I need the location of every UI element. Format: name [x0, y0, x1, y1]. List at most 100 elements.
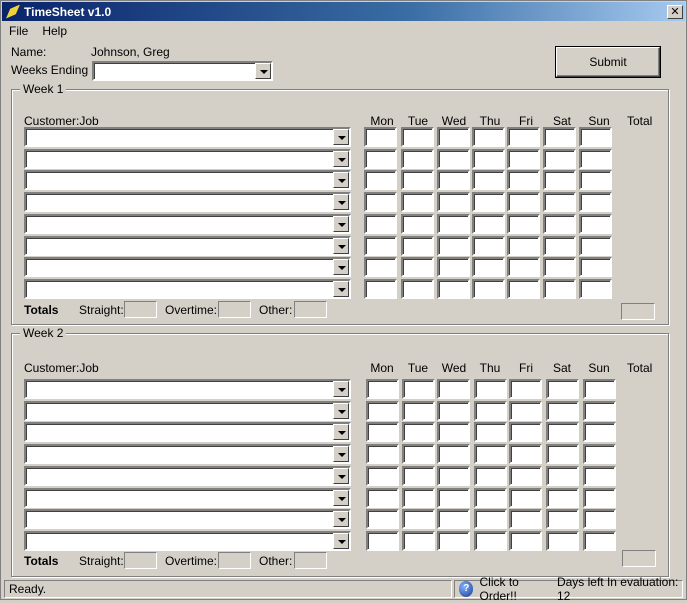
- customer-job-select[interactable]: [24, 192, 351, 212]
- hours-cell[interactable]: [437, 401, 470, 421]
- hours-cell[interactable]: [543, 170, 576, 190]
- hours-cell[interactable]: [401, 236, 434, 256]
- hours-cell[interactable]: [401, 149, 434, 169]
- customer-job-select[interactable]: [24, 401, 351, 421]
- hours-cell[interactable]: [509, 444, 542, 464]
- hours-cell[interactable]: [401, 192, 434, 212]
- hours-cell[interactable]: [437, 170, 470, 190]
- chevron-down-icon[interactable]: [333, 446, 349, 462]
- hours-cell[interactable]: [402, 422, 435, 442]
- hours-cell[interactable]: [401, 279, 434, 299]
- hours-cell[interactable]: [364, 149, 397, 169]
- hours-cell[interactable]: [543, 257, 576, 277]
- hours-cell[interactable]: [509, 488, 542, 508]
- hours-cell[interactable]: [474, 401, 507, 421]
- hours-cell[interactable]: [579, 279, 612, 299]
- hours-cell[interactable]: [364, 257, 397, 277]
- chevron-down-icon[interactable]: [333, 172, 349, 188]
- chevron-down-icon[interactable]: [333, 216, 349, 232]
- hours-cell[interactable]: [546, 466, 579, 486]
- hours-cell[interactable]: [579, 192, 612, 212]
- hours-cell[interactable]: [402, 488, 435, 508]
- hours-cell[interactable]: [366, 466, 399, 486]
- menu-help[interactable]: Help: [35, 24, 74, 38]
- menu-file[interactable]: File: [2, 24, 35, 38]
- hours-cell[interactable]: [437, 127, 470, 147]
- hours-cell[interactable]: [364, 170, 397, 190]
- hours-cell[interactable]: [402, 379, 435, 399]
- hours-cell[interactable]: [579, 127, 612, 147]
- hours-cell[interactable]: [472, 127, 505, 147]
- hours-cell[interactable]: [546, 509, 579, 529]
- hours-cell[interactable]: [366, 509, 399, 529]
- chevron-down-icon[interactable]: [333, 533, 349, 549]
- chevron-down-icon[interactable]: [333, 381, 349, 397]
- hours-cell[interactable]: [437, 257, 470, 277]
- chevron-down-icon[interactable]: [333, 151, 349, 167]
- hours-cell[interactable]: [437, 379, 470, 399]
- hours-cell[interactable]: [507, 236, 540, 256]
- close-button[interactable]: ✕: [667, 4, 683, 19]
- hours-cell[interactable]: [364, 127, 397, 147]
- customer-job-select[interactable]: [24, 149, 351, 169]
- customer-job-select[interactable]: [24, 422, 351, 442]
- hours-cell[interactable]: [472, 214, 505, 234]
- hours-cell[interactable]: [509, 379, 542, 399]
- hours-cell[interactable]: [579, 170, 612, 190]
- hours-cell[interactable]: [509, 401, 542, 421]
- hours-cell[interactable]: [401, 214, 434, 234]
- hours-cell[interactable]: [437, 531, 470, 551]
- hours-cell[interactable]: [364, 279, 397, 299]
- hours-cell[interactable]: [474, 488, 507, 508]
- hours-cell[interactable]: [579, 149, 612, 169]
- hours-cell[interactable]: [364, 192, 397, 212]
- hours-cell[interactable]: [437, 509, 470, 529]
- hours-cell[interactable]: [507, 257, 540, 277]
- hours-cell[interactable]: [583, 531, 616, 551]
- hours-cell[interactable]: [472, 192, 505, 212]
- hours-cell[interactable]: [546, 444, 579, 464]
- hours-cell[interactable]: [437, 279, 470, 299]
- hours-cell[interactable]: [474, 531, 507, 551]
- hours-cell[interactable]: [474, 466, 507, 486]
- chevron-down-icon[interactable]: [333, 490, 349, 506]
- customer-job-select[interactable]: [24, 236, 351, 256]
- hours-cell[interactable]: [507, 279, 540, 299]
- hours-cell[interactable]: [579, 257, 612, 277]
- customer-job-select[interactable]: [24, 509, 351, 529]
- hours-cell[interactable]: [543, 149, 576, 169]
- customer-job-select[interactable]: [24, 444, 351, 464]
- hours-cell[interactable]: [579, 236, 612, 256]
- chevron-down-icon[interactable]: [333, 259, 349, 275]
- order-help-icon[interactable]: ?: [459, 581, 474, 597]
- hours-cell[interactable]: [364, 236, 397, 256]
- hours-cell[interactable]: [583, 379, 616, 399]
- hours-cell[interactable]: [583, 422, 616, 442]
- hours-cell[interactable]: [366, 488, 399, 508]
- hours-cell[interactable]: [546, 401, 579, 421]
- hours-cell[interactable]: [507, 170, 540, 190]
- hours-cell[interactable]: [402, 444, 435, 464]
- hours-cell[interactable]: [546, 531, 579, 551]
- hours-cell[interactable]: [507, 149, 540, 169]
- hours-cell[interactable]: [472, 170, 505, 190]
- hours-cell[interactable]: [583, 401, 616, 421]
- hours-cell[interactable]: [472, 149, 505, 169]
- hours-cell[interactable]: [366, 422, 399, 442]
- hours-cell[interactable]: [402, 401, 435, 421]
- customer-job-select[interactable]: [24, 279, 351, 299]
- hours-cell[interactable]: [402, 531, 435, 551]
- hours-cell[interactable]: [437, 149, 470, 169]
- hours-cell[interactable]: [437, 214, 470, 234]
- hours-cell[interactable]: [437, 236, 470, 256]
- hours-cell[interactable]: [579, 214, 612, 234]
- hours-cell[interactable]: [474, 422, 507, 442]
- customer-job-select[interactable]: [24, 257, 351, 277]
- hours-cell[interactable]: [507, 192, 540, 212]
- hours-cell[interactable]: [402, 509, 435, 529]
- customer-job-select[interactable]: [24, 379, 351, 399]
- customer-job-select[interactable]: [24, 214, 351, 234]
- hours-cell[interactable]: [546, 379, 579, 399]
- hours-cell[interactable]: [509, 509, 542, 529]
- click-to-order-link[interactable]: Click to Order!!: [479, 575, 551, 603]
